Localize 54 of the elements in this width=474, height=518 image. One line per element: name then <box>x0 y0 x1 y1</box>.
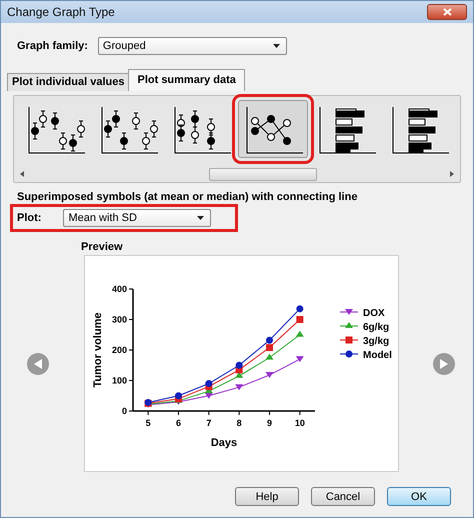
point <box>204 392 212 399</box>
tab[interactable]: Plot individual values <box>7 73 130 91</box>
window-title: Change Graph Type <box>7 5 115 19</box>
plot-label: Plot: <box>17 212 42 224</box>
point <box>295 330 304 337</box>
scroll-left-icon <box>20 171 24 177</box>
close-button[interactable] <box>427 4 467 20</box>
dialog-button[interactable]: OK <box>387 487 451 506</box>
point <box>266 344 272 352</box>
legend-label: DOX <box>362 308 384 319</box>
point <box>174 392 182 400</box>
previous-button[interactable] <box>27 352 49 374</box>
graph-type-description: Superimposed symbols (at mean or median) with connecting line <box>17 191 358 203</box>
y-tick-label: 100 <box>111 376 126 386</box>
x-tick-label: 10 <box>294 418 304 428</box>
y-tick-label: 300 <box>111 314 126 324</box>
scrollbar-thumb[interactable] <box>209 168 317 180</box>
legend-label: 3g/kg <box>362 336 389 347</box>
caret-icon <box>197 216 204 220</box>
point <box>296 316 303 323</box>
dialog-button[interactable]: Cancel <box>311 487 375 506</box>
point <box>295 356 304 362</box>
point <box>234 384 243 390</box>
graph-family-label: Graph family: <box>17 40 88 52</box>
right-arrow-icon <box>440 358 448 368</box>
graph-family-dropdown[interactable]: Grouped <box>98 37 287 55</box>
y-tick-label: 200 <box>111 345 126 355</box>
tab[interactable]: Plot summary data <box>128 69 245 91</box>
point <box>235 362 242 369</box>
x-tick-label: 7 <box>206 418 211 428</box>
y-axis-title: Tumor volume <box>92 312 104 388</box>
caret-icon <box>272 44 280 48</box>
horizontal-scrollbar[interactable] <box>20 168 454 180</box>
point <box>296 305 303 312</box>
point <box>204 380 212 388</box>
x-tick-label: 9 <box>266 418 272 428</box>
plot-dropdown[interactable]: Mean with SD <box>63 209 212 227</box>
left-arrow-icon <box>34 358 42 368</box>
y-tick-label: 0 <box>121 406 126 416</box>
x-tick-label: 6 <box>176 418 180 428</box>
close-icon <box>442 8 452 16</box>
legend-label: 6g/kg <box>362 322 389 333</box>
dialog-button[interactable]: Help <box>235 487 299 506</box>
y-tick-label: 400 <box>111 284 126 294</box>
point <box>265 372 273 378</box>
legend-label: Model <box>362 350 392 361</box>
x-axis-title: Days <box>210 437 237 449</box>
point <box>265 354 273 360</box>
x-tick-label: 8 <box>236 418 242 428</box>
next-button[interactable] <box>433 352 455 374</box>
scroll-right-icon <box>450 171 454 177</box>
point <box>266 336 272 344</box>
preview-label: Preview <box>81 241 124 253</box>
x-tick-label: 5 <box>145 418 150 428</box>
